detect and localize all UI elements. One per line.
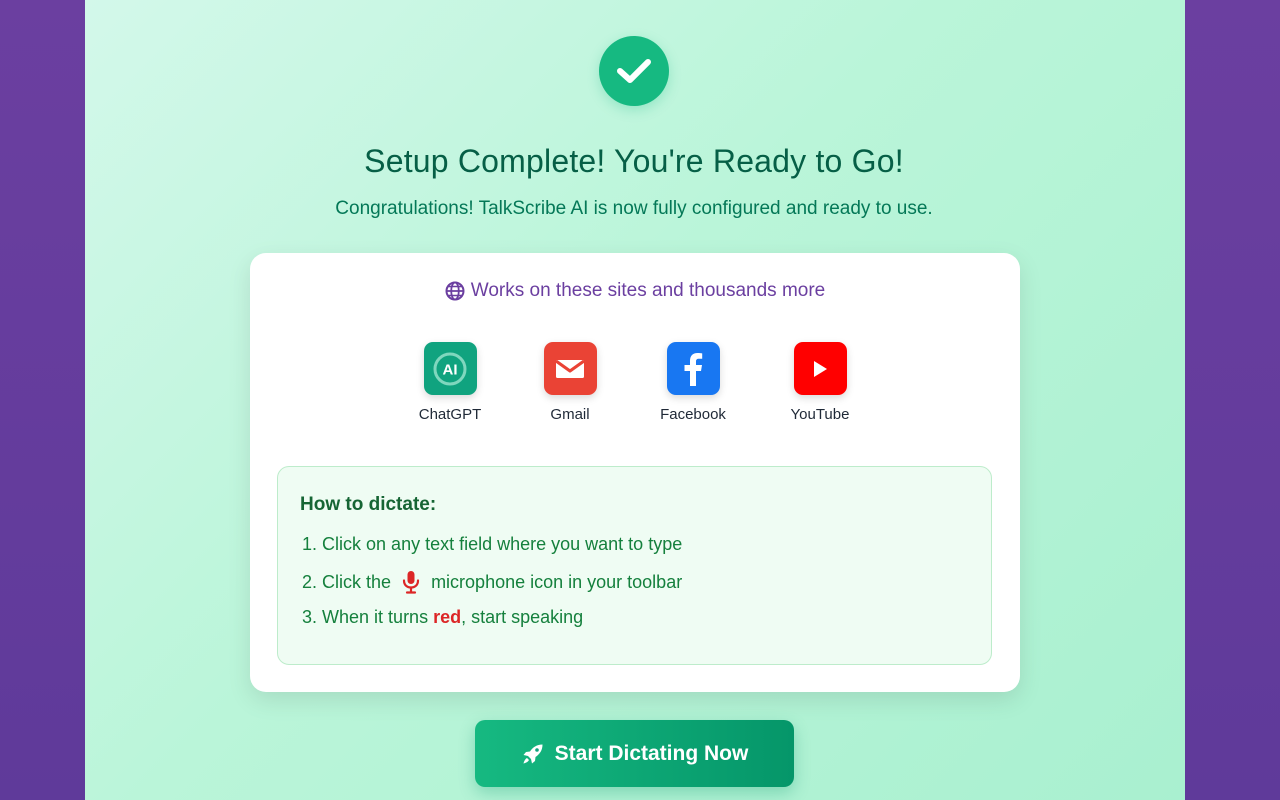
page-subtitle: Congratulations! TalkScribe AI is now fu… [335,198,933,219]
step-text: When it turns [322,607,429,627]
site-label: Gmail [550,406,590,423]
check-icon [616,57,652,85]
site-youtube[interactable]: YouTube [775,342,865,423]
site-chatgpt[interactable]: AI ChatGPT [405,342,495,423]
how-to-title: How to dictate: [300,494,437,515]
chatgpt-icon: AI [423,342,477,395]
step-1: 1. Click on any text field where you wan… [302,534,682,555]
chatgpt-badge-text: AI [443,361,458,378]
step-text: , start speaking [461,607,584,627]
step-text: Click the [322,571,392,592]
step-text: Click on any text field where you want t… [322,534,683,554]
info-card: Works on these sites and thousands more … [250,253,1020,692]
site-facebook[interactable]: Facebook [648,342,738,423]
microphone-icon [401,570,421,594]
globe-icon [445,281,465,301]
site-label: YouTube [790,406,850,423]
step-number: 3. [302,607,318,627]
site-label: Facebook [660,406,726,423]
gmail-icon [543,342,597,395]
youtube-icon [793,342,847,395]
step-number: 2. [302,571,318,592]
rocket-icon [521,742,545,766]
sites-heading: Works on these sites and thousands more [250,280,1020,302]
success-check-badge [599,36,669,106]
step-text: microphone icon in your toolbar [431,571,683,592]
sites-heading-text: Works on these sites and thousands more [470,280,826,301]
site-gmail[interactable]: Gmail [525,342,615,423]
facebook-icon [666,342,720,395]
page-title: Setup Complete! You're Ready to Go! [364,143,904,179]
how-to-dictate-box: How to dictate: 1. Click on any text fie… [277,466,992,665]
site-label: ChatGPT [418,406,482,423]
start-dictating-label: Start Dictating Now [554,741,749,765]
step-number: 1. [302,534,318,554]
start-dictating-button[interactable]: Start Dictating Now [475,720,794,787]
step-3: 3. When it turns red, start speaking [302,607,583,628]
red-highlight: red [433,607,462,627]
step-2: 2. Click the microphone icon in your too… [302,570,682,594]
